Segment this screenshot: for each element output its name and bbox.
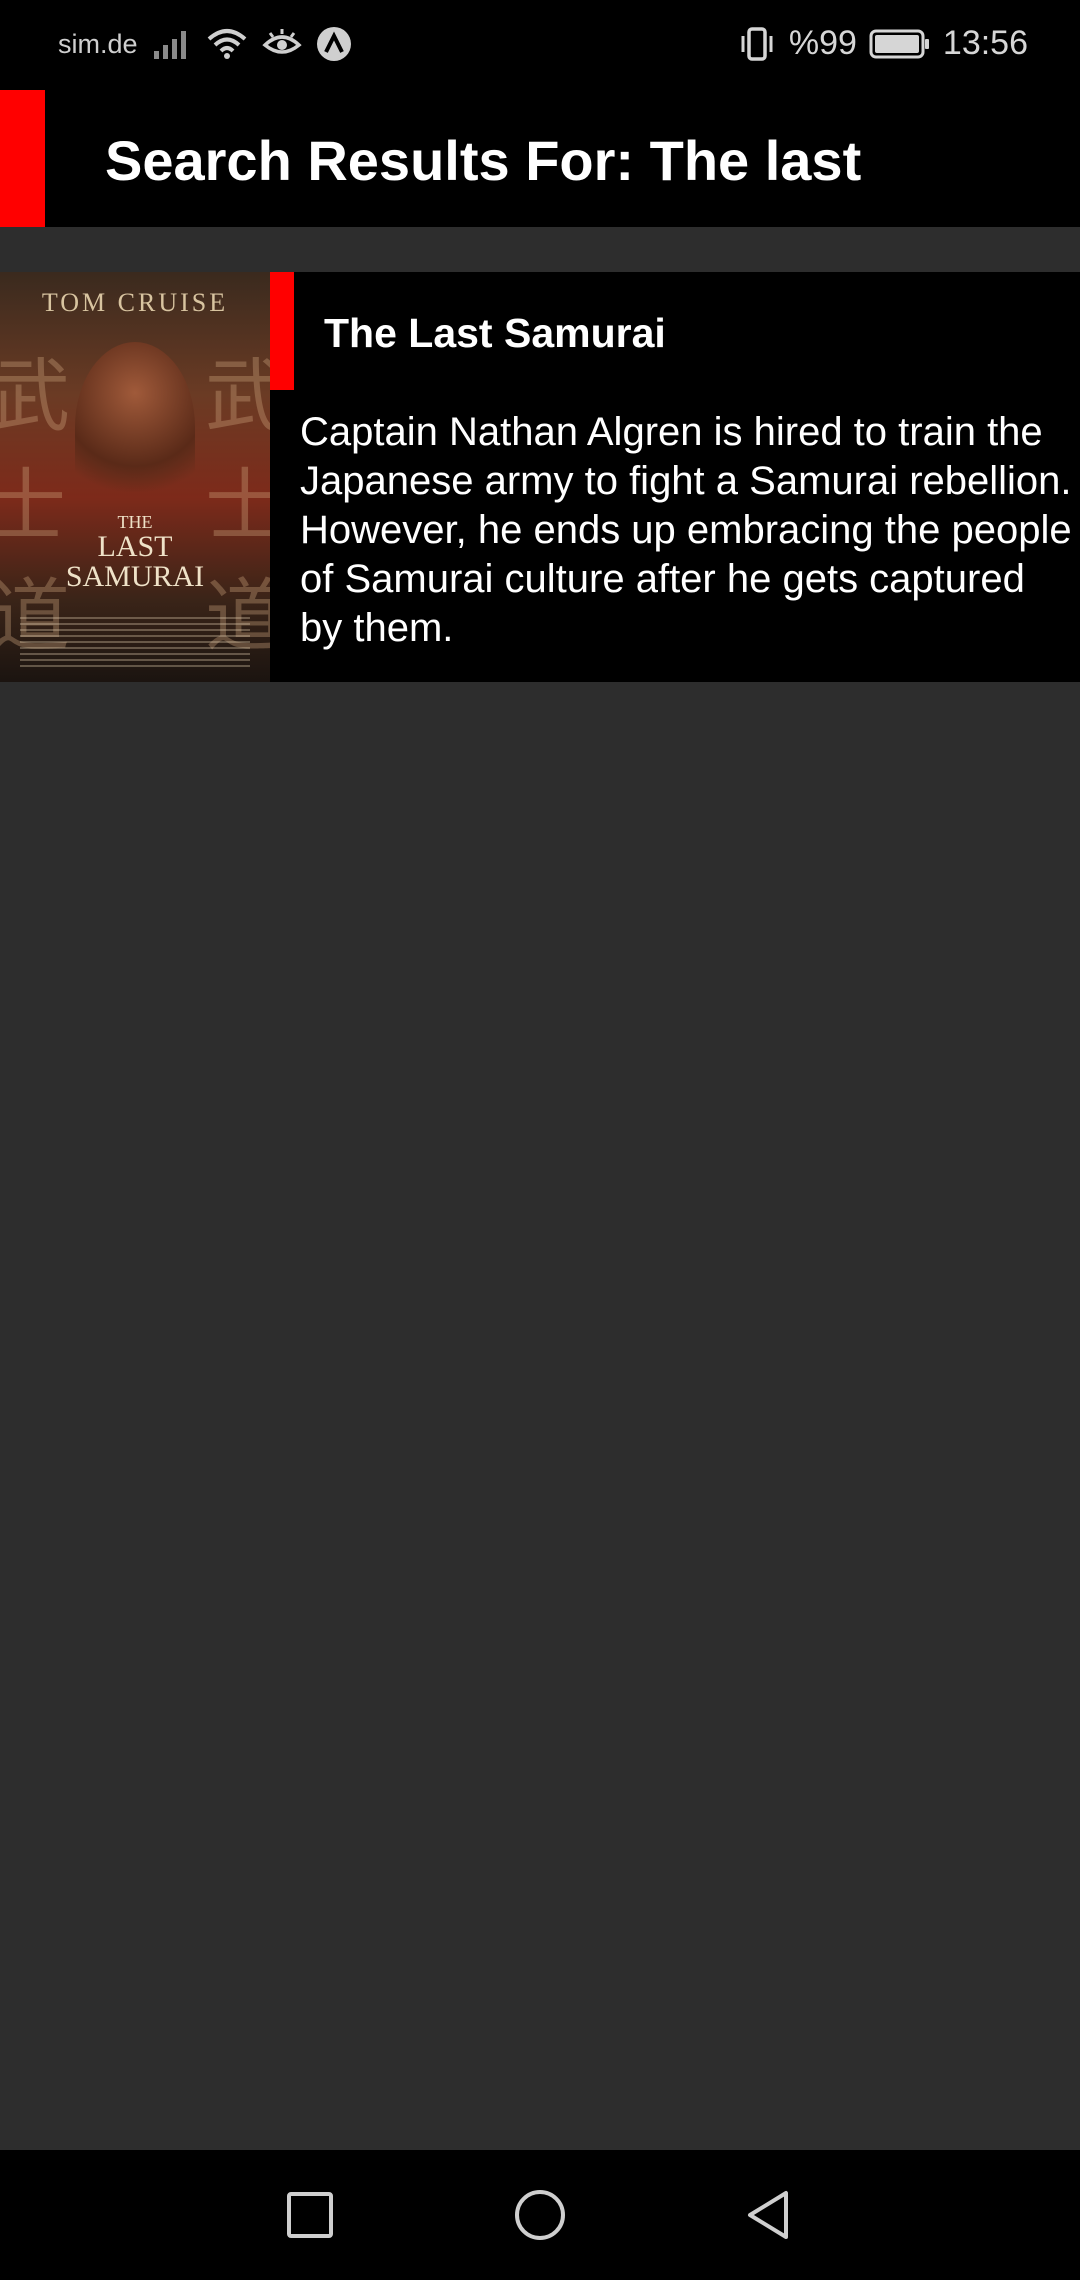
clock: 13:56	[942, 24, 1028, 62]
eye-icon	[261, 27, 302, 61]
app-header: Search Results For: The last	[0, 90, 1080, 227]
page-title: Search Results For: The last	[105, 129, 862, 192]
result-accent-bar	[270, 272, 294, 390]
poster-title-line1: LAST	[97, 530, 173, 563]
status-right: %99 13:56	[737, 24, 1028, 63]
signal-icon	[152, 27, 192, 61]
movie-poster[interactable]: 武 士 道 武 士 道 TOM CRUISE THE LAST SAMURAI	[0, 272, 270, 682]
header-accent-bar	[0, 90, 45, 227]
poster-title-the: THE	[117, 512, 153, 532]
battery-percent: %99	[788, 24, 857, 62]
result-title: The Last Samurai	[324, 310, 666, 356]
poster-credits	[20, 617, 250, 667]
poster-actor-name: TOM CRUISE	[41, 288, 229, 317]
back-icon[interactable]	[742, 2187, 798, 2243]
poster-kanji: 武	[0, 350, 70, 443]
app-badge-icon	[316, 26, 352, 62]
result-description: Captain Nathan Algren is hired to train …	[300, 410, 1072, 650]
recents-icon[interactable]	[282, 2187, 338, 2243]
poster-kanji: 武	[205, 350, 270, 443]
home-icon[interactable]	[512, 2187, 568, 2243]
poster-figure	[75, 342, 195, 512]
carrier-name: sim.de	[58, 28, 138, 59]
navigation-bar	[0, 2150, 1080, 2280]
status-bar: sim.de %99 13:56	[0, 0, 1080, 90]
status-left: sim.de	[58, 26, 352, 62]
wifi-icon	[206, 27, 248, 61]
poster-title: THE LAST SAMURAI	[0, 512, 270, 592]
vibrate-icon	[737, 26, 777, 62]
battery-icon	[869, 28, 931, 60]
poster-title-line2: SAMURAI	[65, 560, 205, 593]
search-result-item[interactable]: 武 士 道 武 士 道 TOM CRUISE THE LAST SAMURAI …	[0, 272, 1080, 682]
